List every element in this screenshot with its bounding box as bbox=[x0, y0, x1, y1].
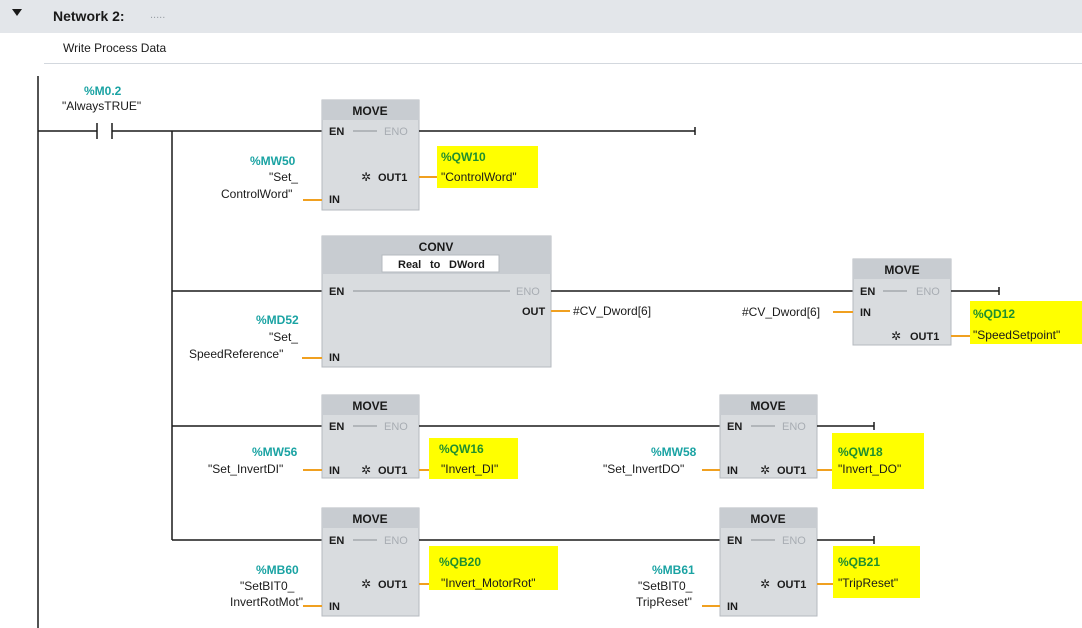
move5-in-name2: InvertRotMot" bbox=[230, 595, 303, 609]
move-block-1[interactable]: MOVE EN ENO ✲ OUT1 IN bbox=[321, 99, 420, 211]
eno-pin: ENO bbox=[384, 126, 408, 138]
conv-in-name2: SpeedReference" bbox=[189, 347, 283, 361]
in-pin: IN bbox=[860, 307, 871, 319]
move5-out-name: "Invert_MotorRot" bbox=[441, 576, 536, 590]
move6-out-name: "TripReset" bbox=[838, 576, 898, 590]
move6-in-name2: TripReset" bbox=[636, 595, 692, 609]
move-title: MOVE bbox=[352, 104, 387, 118]
en-pin: EN bbox=[727, 421, 742, 433]
en-pin: EN bbox=[329, 535, 344, 547]
move4-out-name: "Invert_DO" bbox=[838, 462, 901, 476]
conv-out-variable: #CV_Dword[6] bbox=[573, 304, 651, 318]
in-pin: IN bbox=[329, 352, 340, 364]
en-pin: EN bbox=[329, 126, 344, 138]
star-icon: ✲ bbox=[891, 329, 901, 343]
out1-pin: OUT1 bbox=[777, 579, 806, 591]
move1-out-name: "ControlWord" bbox=[441, 170, 517, 184]
en-pin: EN bbox=[329, 286, 344, 298]
move-block-3[interactable]: MOVE EN ENO IN ✲ OUT1 bbox=[321, 394, 420, 479]
move1-in-address: %MW50 bbox=[250, 154, 296, 168]
eno-pin: ENO bbox=[782, 421, 806, 433]
ladder-diagram[interactable]: %M0.2 "AlwaysTRUE" MOVE EN ENO ✲ OUT1 IN… bbox=[0, 64, 1082, 628]
move5-out-address: %QB20 bbox=[439, 555, 481, 569]
conv-block[interactable]: CONV Real to DWord EN ENO OUT IN bbox=[321, 235, 552, 368]
network-comment[interactable]: Write Process Data bbox=[44, 33, 1082, 64]
collapse-triangle-icon[interactable] bbox=[12, 9, 22, 16]
star-icon: ✲ bbox=[361, 463, 371, 477]
conv-to-word: to bbox=[430, 259, 441, 271]
move3-out-name: "Invert_DI" bbox=[441, 462, 498, 476]
move2-out-name: "SpeedSetpoint" bbox=[973, 328, 1060, 342]
network-header: Network 2: ..... bbox=[0, 0, 1082, 33]
move2-in-variable: #CV_Dword[6] bbox=[742, 305, 820, 319]
out1-pin: OUT1 bbox=[910, 331, 939, 343]
conv-in-address: %MD52 bbox=[256, 313, 299, 327]
no-contact[interactable] bbox=[96, 123, 113, 139]
conv-to-type[interactable]: DWord bbox=[449, 259, 485, 271]
move3-in-name: "Set_InvertDI" bbox=[208, 462, 283, 476]
star-icon: ✲ bbox=[361, 577, 371, 591]
eno-pin: ENO bbox=[384, 421, 408, 433]
contact-address: %M0.2 bbox=[84, 84, 122, 98]
move-title: MOVE bbox=[750, 399, 785, 413]
network-comment-text: Write Process Data bbox=[63, 41, 167, 55]
move4-in-address: %MW58 bbox=[651, 445, 697, 459]
move4-out-address: %QW18 bbox=[838, 445, 883, 459]
in-pin: IN bbox=[727, 601, 738, 613]
out1-pin: OUT1 bbox=[378, 172, 407, 184]
move5-in-address: %MB60 bbox=[256, 563, 299, 577]
out1-pin: OUT1 bbox=[777, 465, 806, 477]
in-pin: IN bbox=[329, 465, 340, 477]
star-icon: ✲ bbox=[361, 170, 371, 184]
move-block-6[interactable]: MOVE EN ENO ✲ OUT1 IN bbox=[719, 507, 818, 617]
eno-pin: ENO bbox=[516, 286, 540, 298]
move3-in-address: %MW56 bbox=[252, 445, 298, 459]
star-icon: ✲ bbox=[760, 463, 770, 477]
eno-pin: ENO bbox=[782, 535, 806, 547]
move6-in-address: %MB61 bbox=[652, 563, 695, 577]
move-title: MOVE bbox=[352, 512, 387, 526]
network-title[interactable]: Network 2: bbox=[53, 8, 125, 24]
move6-in-name1: "SetBIT0_ bbox=[638, 579, 693, 593]
contact-name: "AlwaysTRUE" bbox=[62, 99, 141, 113]
out1-pin: OUT1 bbox=[378, 465, 407, 477]
out-pin: OUT bbox=[522, 306, 546, 318]
conv-from-type[interactable]: Real bbox=[398, 259, 421, 271]
conv-title: CONV bbox=[419, 240, 454, 254]
move3-out-address: %QW16 bbox=[439, 442, 484, 456]
move1-in-name2: ControlWord" bbox=[221, 187, 292, 201]
move1-in-name1: "Set_ bbox=[269, 170, 298, 184]
move1-out-address: %QW10 bbox=[441, 150, 486, 164]
move-title: MOVE bbox=[352, 399, 387, 413]
network-title-placeholder[interactable]: ..... bbox=[150, 9, 165, 21]
in-pin: IN bbox=[727, 465, 738, 477]
star-icon: ✲ bbox=[760, 577, 770, 591]
en-pin: EN bbox=[860, 286, 875, 298]
en-pin: EN bbox=[727, 535, 742, 547]
en-pin: EN bbox=[329, 421, 344, 433]
move5-in-name1: "SetBIT0_ bbox=[240, 579, 295, 593]
eno-pin: ENO bbox=[384, 535, 408, 547]
out1-pin: OUT1 bbox=[378, 579, 407, 591]
move4-in-name: "Set_InvertDO" bbox=[603, 462, 684, 476]
move-block-2[interactable]: MOVE EN ENO IN ✲ OUT1 bbox=[852, 258, 952, 346]
move-title: MOVE bbox=[884, 263, 919, 277]
in-pin: IN bbox=[329, 194, 340, 206]
in-pin: IN bbox=[329, 601, 340, 613]
conv-in-name1: "Set_ bbox=[269, 330, 298, 344]
move-block-5[interactable]: MOVE EN ENO ✲ OUT1 IN bbox=[321, 507, 420, 617]
move-title: MOVE bbox=[750, 512, 785, 526]
move-block-4[interactable]: MOVE EN ENO IN ✲ OUT1 bbox=[719, 394, 818, 479]
move2-out-address: %QD12 bbox=[973, 307, 1015, 321]
move6-out-address: %QB21 bbox=[838, 555, 880, 569]
eno-pin: ENO bbox=[916, 286, 940, 298]
